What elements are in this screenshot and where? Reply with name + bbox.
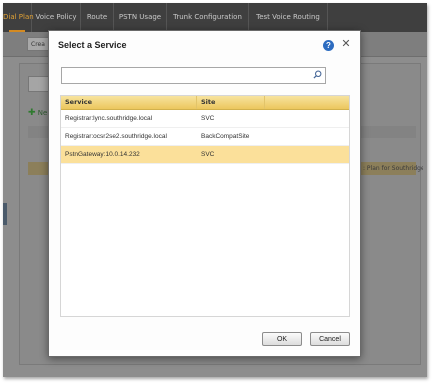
- new-label: Ne: [37, 109, 48, 117]
- tab-route[interactable]: Route: [81, 3, 114, 32]
- table-row[interactable]: Registrar:ocsr2se2.southridge.local Back…: [61, 128, 349, 146]
- tab-dial-plan[interactable]: Dial Plan: [3, 3, 34, 32]
- tab-pstn-usage[interactable]: PSTN Usage: [114, 3, 167, 32]
- site-cell: SVC: [201, 115, 215, 122]
- services-grid: Service Site Registrar:lync.southridge.l…: [60, 95, 350, 317]
- select-service-dialog: Select a Service ? ✕ Service Site Regist…: [48, 30, 361, 357]
- close-icon[interactable]: ✕: [340, 37, 352, 51]
- new-button[interactable]: ✚ Ne: [28, 108, 47, 118]
- tab-test-voice-routing[interactable]: Test Voice Routing: [249, 3, 328, 32]
- table-row[interactable]: Registrar:lync.southridge.local SVC: [61, 110, 349, 128]
- table-row-selected[interactable]: PstnGateway:10.0.14.232 SVC: [61, 146, 349, 164]
- service-cell: Registrar:lync.southridge.local: [65, 115, 153, 122]
- screenshot-frame: Dial Plan Voice Policy Route PSTN Usage …: [3, 3, 427, 377]
- ok-button[interactable]: OK: [262, 332, 302, 346]
- column-header-empty: [265, 96, 349, 109]
- tab-trunk-configuration[interactable]: Trunk Configuration: [167, 3, 249, 32]
- site-cell: BackCompatSite: [201, 133, 250, 140]
- background-row-text: : Plan for Southridge...: [363, 165, 423, 172]
- column-header-site[interactable]: Site: [197, 96, 265, 109]
- side-handle: [3, 203, 7, 225]
- grid-header: Service Site: [61, 96, 349, 110]
- search-icon[interactable]: [313, 70, 322, 79]
- site-cell: SVC: [201, 151, 215, 158]
- tab-voice-policy[interactable]: Voice Policy: [32, 3, 81, 32]
- cancel-button[interactable]: Cancel: [310, 332, 350, 346]
- help-icon[interactable]: ?: [323, 40, 334, 51]
- search-input[interactable]: [61, 67, 326, 84]
- dialog-title: Select a Service: [58, 40, 127, 50]
- add-icon: ✚: [28, 108, 36, 118]
- service-cell: Registrar:ocsr2se2.southridge.local: [65, 133, 167, 140]
- column-header-service[interactable]: Service: [61, 96, 197, 109]
- service-cell: PstnGateway:10.0.14.232: [65, 151, 140, 158]
- main-tab-bar: Dial Plan Voice Policy Route PSTN Usage …: [3, 3, 427, 32]
